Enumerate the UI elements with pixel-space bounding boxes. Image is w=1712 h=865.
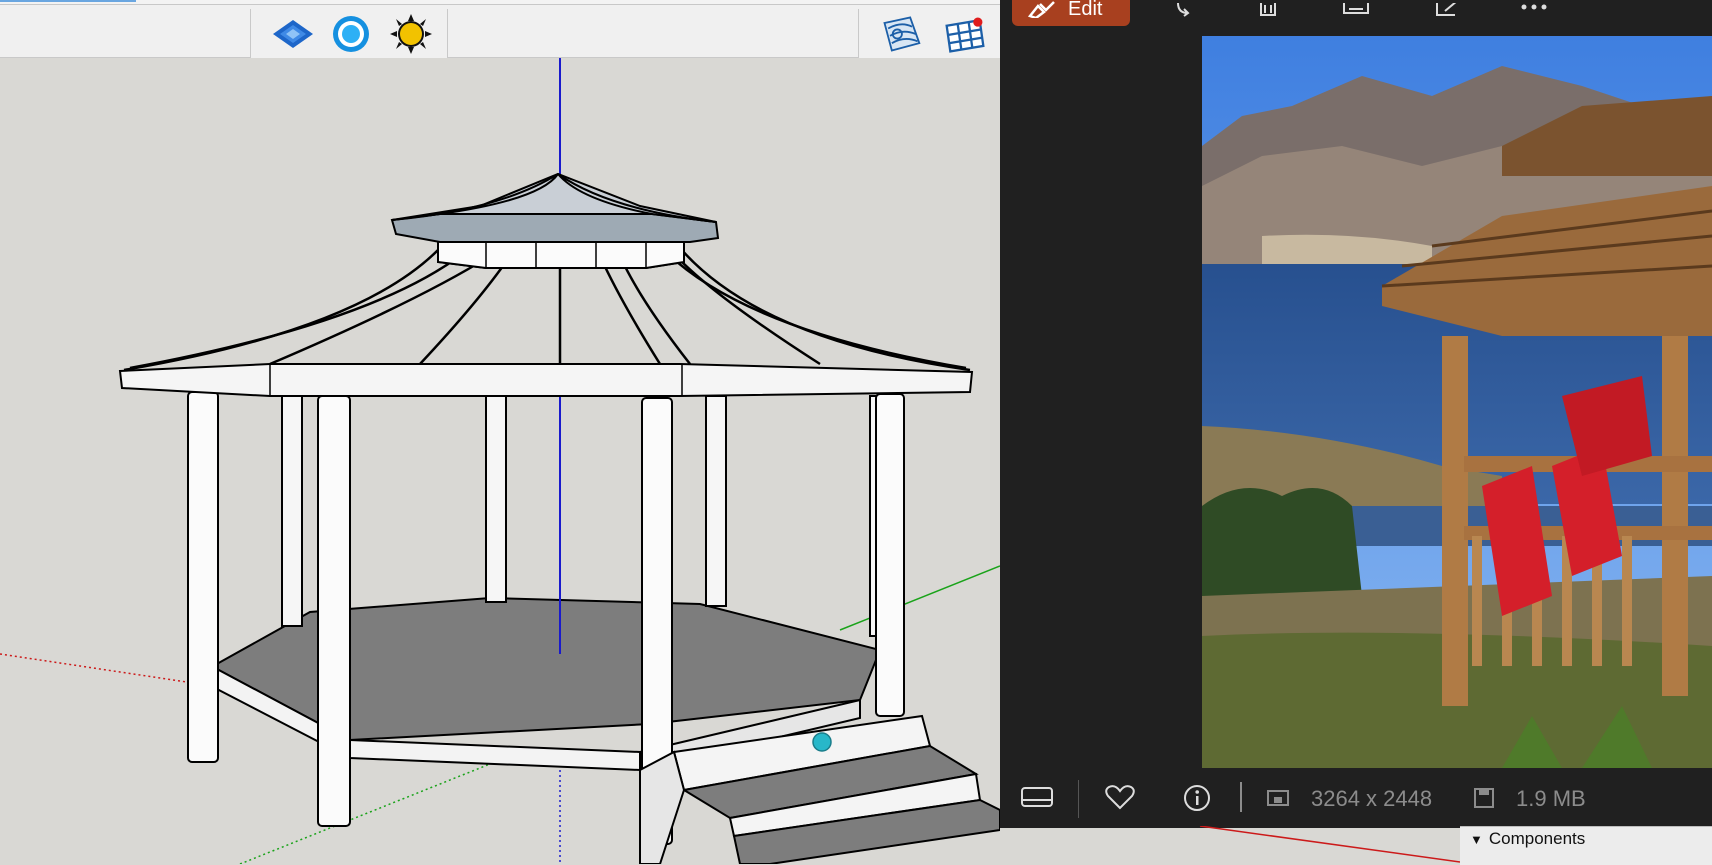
rotate-button[interactable]	[1164, 0, 1204, 20]
filesize-icon	[1474, 788, 1494, 808]
favorite-icon	[1105, 785, 1135, 810]
sandbox-button[interactable]	[879, 14, 923, 54]
red-axis-right	[1199, 826, 1460, 863]
filmstrip-icon	[1021, 787, 1053, 807]
filesize-icon-wrap	[1472, 786, 1496, 815]
rotate-icon	[1177, 3, 1190, 17]
share-icon	[1436, 3, 1457, 16]
status-divider	[1078, 780, 1079, 818]
image-filesize: 1.9 MB	[1516, 786, 1586, 811]
collapse-triangle-icon: ▼	[1470, 832, 1483, 847]
edit-label: Edit	[1068, 0, 1103, 20]
sketchup-viewport[interactable]	[0, 58, 1000, 864]
layers-button[interactable]	[271, 14, 315, 54]
components-panel: ▼ Components	[1460, 826, 1712, 865]
gazebo-lake-photo	[1202, 36, 1712, 768]
info-button[interactable]	[1182, 784, 1212, 817]
shadows-icon	[390, 14, 432, 54]
delete-button[interactable]	[1248, 0, 1288, 20]
photo-status-bar: 3264 x 2448 1.9 MB	[1000, 770, 1712, 828]
styles-icon	[333, 16, 369, 52]
print-icon	[1343, 3, 1369, 14]
components-title: Components	[1488, 829, 1586, 848]
layers-icon	[273, 20, 313, 48]
red-axis	[0, 653, 201, 685]
grid-icon	[945, 17, 985, 53]
roof-base	[118, 363, 974, 397]
components-header[interactable]: ▼ Components	[1470, 829, 1585, 849]
photo-image[interactable]	[1202, 36, 1712, 768]
cursor-point	[812, 732, 832, 752]
styles-button[interactable]	[329, 14, 373, 54]
delete-icon	[1260, 3, 1276, 16]
edit-pencil-icon	[1028, 1, 1055, 18]
toolbar-group-styles	[250, 9, 448, 59]
sandbox-icon	[883, 16, 921, 52]
more-icon	[1521, 4, 1547, 10]
sketchup-toolbar	[0, 5, 1001, 59]
active-tab-indicator	[0, 0, 136, 2]
photos-toolbar: Edit	[1000, 0, 1712, 34]
dimensions-icon	[1267, 790, 1289, 806]
green-axis	[839, 565, 1000, 631]
favorite-button[interactable]	[1104, 784, 1136, 815]
photos-viewer: Edit 3264 x 2448 1.9 MB	[1000, 0, 1712, 828]
cupola-roof-edge	[390, 213, 720, 243]
dimensions-icon-wrap	[1266, 787, 1292, 814]
grid-button[interactable]	[943, 14, 987, 54]
green-axis-dotted	[239, 751, 521, 864]
info-icon	[1184, 785, 1210, 811]
toolbar-group-sandbox	[858, 9, 1001, 59]
edit-button[interactable]: Edit	[1012, 0, 1130, 26]
filmstrip-button[interactable]	[1020, 784, 1054, 815]
share-button[interactable]	[1428, 0, 1468, 20]
gazebo-model	[0, 58, 1000, 864]
print-button[interactable]	[1336, 0, 1376, 20]
image-dimensions: 3264 x 2448	[1311, 786, 1433, 811]
shadows-button[interactable]	[389, 14, 433, 54]
info-separator	[1240, 782, 1242, 812]
more-button[interactable]	[1514, 0, 1554, 20]
